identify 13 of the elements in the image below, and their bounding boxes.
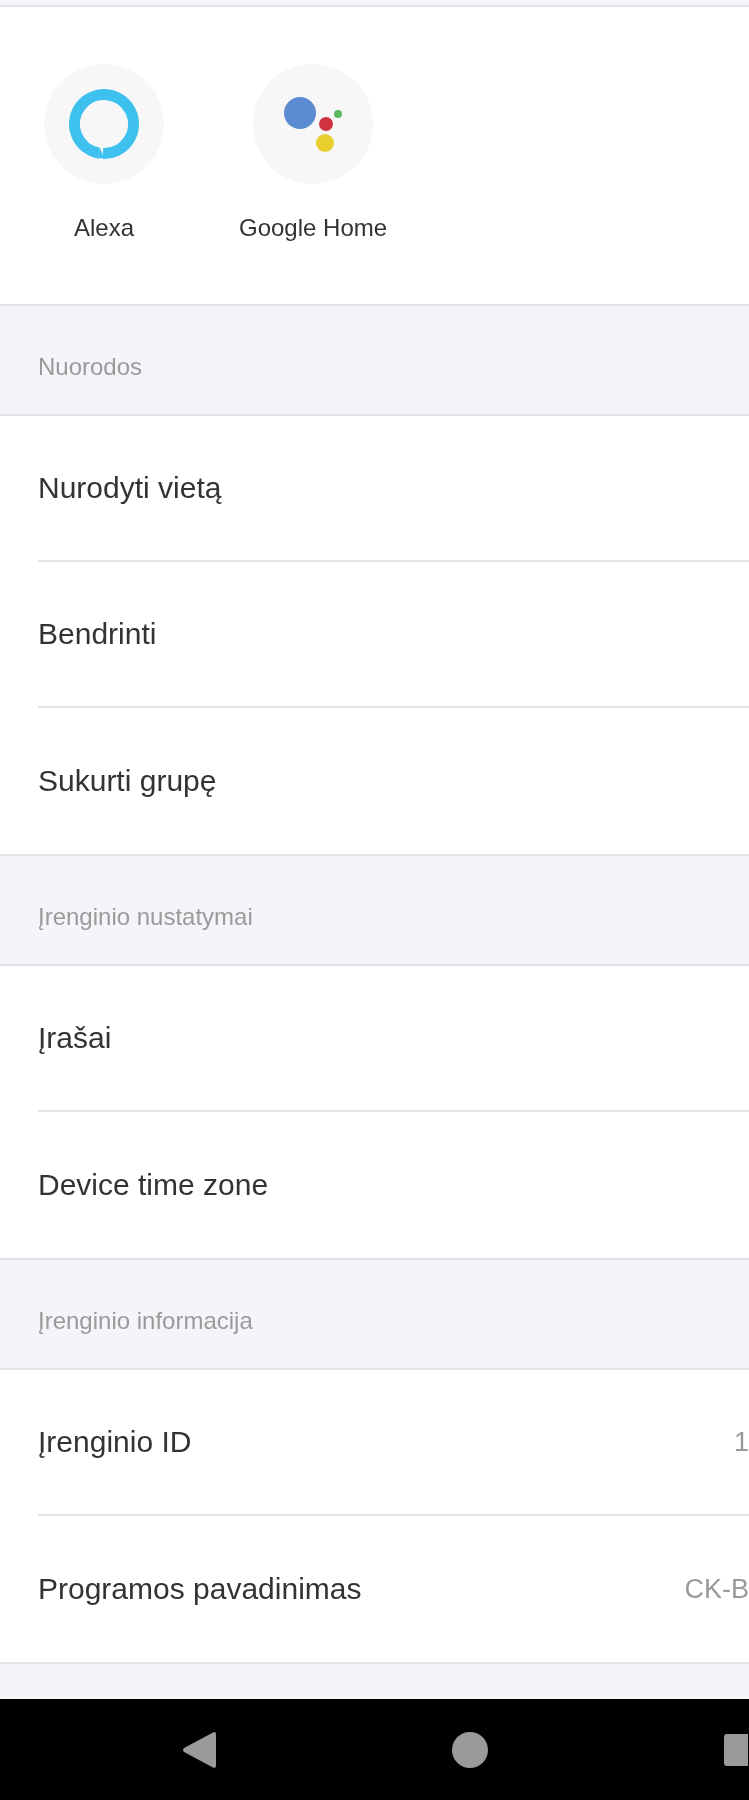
- info-label: Įrenginio ID: [38, 1425, 192, 1459]
- section-title: Įrenginio nustatymai: [38, 903, 253, 931]
- info-value: CK-B: [684, 1573, 749, 1605]
- info-value: 1: [733, 1426, 749, 1458]
- info-label: Programos pavadinimas: [38, 1572, 362, 1606]
- colored-dots-icon: [253, 64, 374, 184]
- integration-button[interactable]: Alexa: [44, 64, 164, 242]
- section-title: Įrenginio informacija: [38, 1307, 253, 1335]
- home-icon[interactable]: [452, 1732, 488, 1768]
- section-title: Nuorodos: [38, 353, 143, 381]
- speech-ring-icon: [44, 64, 164, 184]
- back-icon[interactable]: [182, 1731, 216, 1769]
- integration-button[interactable]: Google Home: [239, 64, 388, 242]
